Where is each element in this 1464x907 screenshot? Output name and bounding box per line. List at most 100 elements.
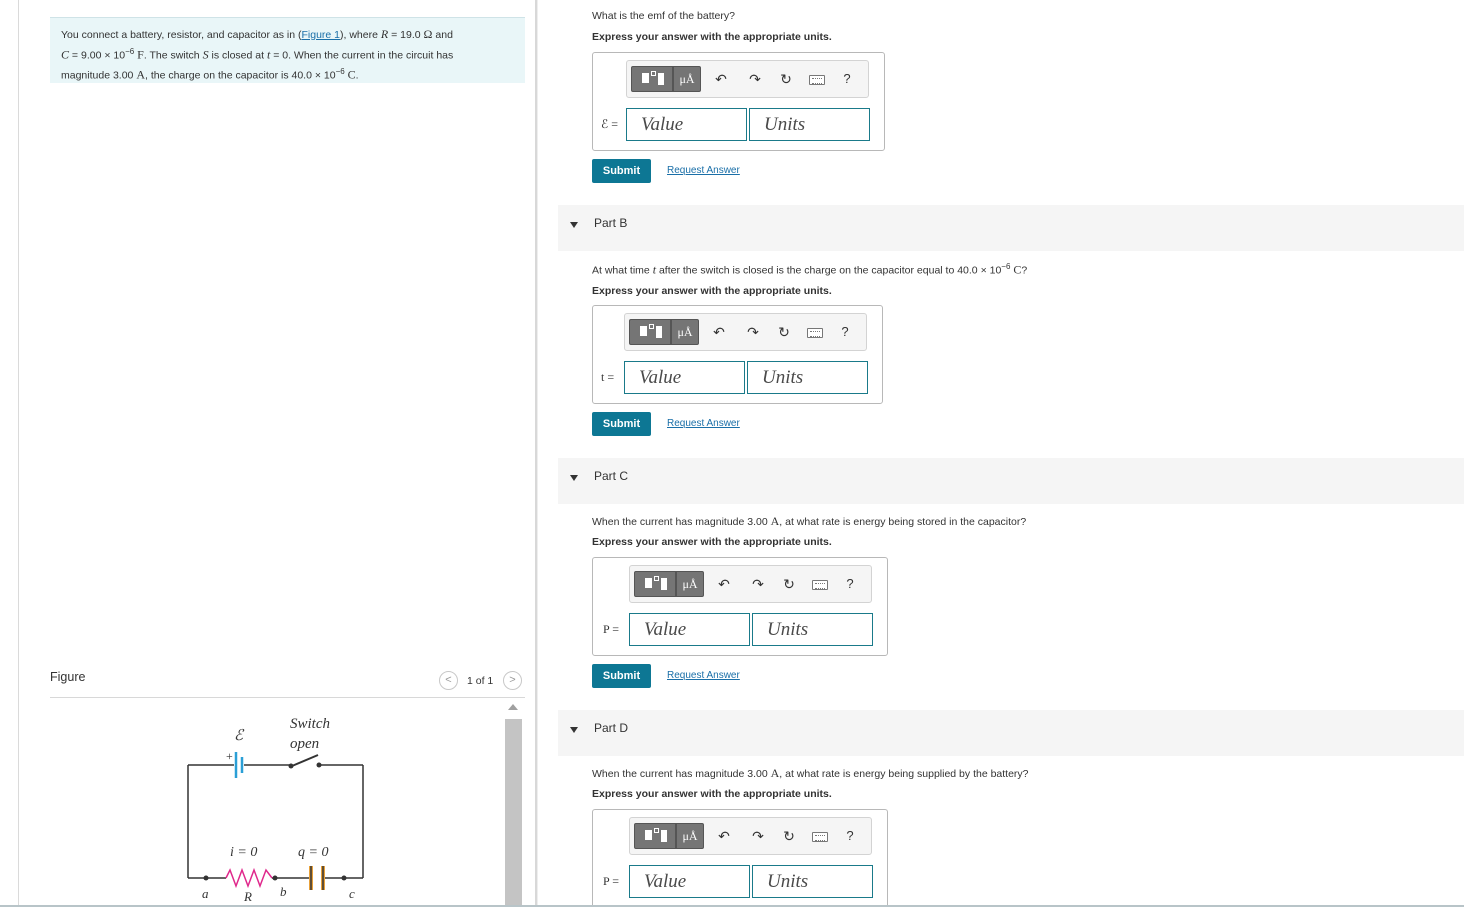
charge-unit: C: [347, 67, 356, 81]
reset-icon[interactable]: ↻: [775, 323, 793, 341]
templates-button[interactable]: [634, 571, 676, 597]
question-text: At what time: [592, 264, 653, 277]
figure-next-button[interactable]: >: [503, 671, 522, 690]
collapse-caret-icon: [570, 475, 578, 481]
current-zero-label: i = 0: [230, 845, 257, 860]
part-c-title: Part C: [594, 469, 629, 483]
part-b-units-input[interactable]: Units: [747, 361, 868, 394]
part-d-units-input[interactable]: Units: [752, 865, 873, 898]
part-d-toolbar: μÅ ↶ ↷ ↻ ?: [629, 817, 872, 855]
part-b-submit-button[interactable]: Submit: [592, 412, 651, 436]
part-b-toolbar: μÅ ↶ ↷ ↻ ?: [624, 313, 867, 351]
part-c-request-answer-link[interactable]: Request Answer: [667, 670, 740, 681]
node-b-label: b: [280, 884, 287, 899]
help-icon[interactable]: ?: [838, 323, 852, 341]
keyboard-icon[interactable]: [812, 580, 828, 590]
redo-icon[interactable]: ↷: [749, 575, 767, 593]
part-b-instruction: Express your answer with the appropriate…: [592, 285, 832, 297]
problem-text: You connect a battery, resistor, and cap…: [61, 29, 302, 41]
reset-icon[interactable]: ↻: [780, 827, 798, 845]
help-icon[interactable]: ?: [843, 827, 857, 845]
redo-icon[interactable]: ↷: [749, 827, 767, 845]
part-c-toolbar: μÅ ↶ ↷ ↻ ?: [629, 565, 872, 603]
figure-scrollbar-thumb[interactable]: [505, 719, 522, 907]
undo-icon[interactable]: ↶: [715, 575, 733, 593]
question-text: after the switch is closed is the charge…: [656, 264, 1002, 277]
part-d-value-input[interactable]: Value: [629, 865, 750, 898]
part-d-answer-box: μÅ ↶ ↷ ↻ ? P = Value Units: [592, 809, 888, 905]
collapse-caret-icon: [570, 727, 578, 733]
part-a-answer-box: μÅ ↶ ↷ ↻ ? ℰ = Value Units: [592, 52, 885, 151]
part-a-submit-button[interactable]: Submit: [592, 159, 651, 183]
part-d-instruction: Express your answer with the appropriate…: [592, 788, 832, 800]
node-c: [341, 875, 347, 881]
charge-zero-label: q = 0: [298, 845, 328, 860]
resistance-value: = 19.0: [388, 29, 424, 41]
capacitance-symbol: C: [61, 47, 70, 61]
templates-button[interactable]: [634, 823, 676, 849]
switch-contact: [316, 762, 322, 768]
emf-variable-label: ℰ =: [601, 117, 619, 131]
redo-icon[interactable]: ↷: [744, 323, 762, 341]
part-b-title: Part B: [594, 216, 628, 230]
part-c-question: When the current has magnitude 3.00 A, a…: [592, 514, 1026, 529]
templates-button[interactable]: [629, 319, 671, 345]
part-a-value-input[interactable]: Value: [626, 108, 747, 141]
figure-prev-button[interactable]: <: [439, 671, 458, 690]
part-c-units-input[interactable]: Units: [752, 613, 873, 646]
part-c-header[interactable]: Part C: [558, 458, 1464, 504]
part-b-question: At what time t after the switch is close…: [592, 262, 1027, 278]
part-a-units-input[interactable]: Units: [749, 108, 870, 141]
problem-text: = 0. When the current in the circuit has: [270, 49, 454, 61]
current-unit: A: [770, 766, 780, 780]
problem-text: . The switch: [143, 49, 203, 61]
templates-button[interactable]: [631, 66, 673, 92]
problem-statement: You connect a battery, resistor, and cap…: [50, 17, 525, 83]
charge-exponent: −6: [1001, 262, 1011, 271]
node-a: [203, 875, 209, 881]
part-a-question: What is the emf of the battery?: [592, 10, 735, 22]
units-button[interactable]: μÅ: [673, 66, 701, 92]
figure-scroll-up-arrow[interactable]: [508, 704, 518, 710]
problem-text: is closed at: [208, 49, 267, 61]
node-a-label: a: [202, 886, 209, 901]
circuit-diagram: Switch open ℰ + i = 0 q = 0 a R b c: [187, 716, 364, 904]
part-b-answer-box: μÅ ↶ ↷ ↻ ? t = Value Units: [592, 305, 883, 404]
keyboard-icon[interactable]: [809, 75, 825, 85]
redo-icon[interactable]: ↷: [746, 70, 764, 88]
undo-icon[interactable]: ↶: [715, 827, 733, 845]
reset-icon[interactable]: ↻: [780, 575, 798, 593]
part-c-value-input[interactable]: Value: [629, 613, 750, 646]
part-d-header[interactable]: Part D: [558, 710, 1464, 756]
figure-link[interactable]: Figure 1: [301, 29, 340, 41]
part-c-instruction: Express your answer with the appropriate…: [592, 536, 832, 548]
keyboard-icon[interactable]: [807, 328, 823, 338]
part-c-submit-button[interactable]: Submit: [592, 664, 651, 688]
part-a-request-answer-link[interactable]: Request Answer: [667, 165, 740, 176]
undo-icon[interactable]: ↶: [710, 323, 728, 341]
power-variable-label: P =: [603, 622, 619, 636]
switch-state-label: open: [290, 736, 319, 752]
charge-exponent: −6: [335, 66, 345, 76]
part-b-header[interactable]: Part B: [558, 205, 1464, 251]
units-button[interactable]: μÅ: [671, 319, 699, 345]
units-button[interactable]: μÅ: [676, 823, 704, 849]
question-text: When the current has magnitude 3.00: [592, 768, 771, 780]
switch-blade: [291, 754, 319, 767]
node-c-label: c: [349, 886, 355, 901]
part-b-value-input[interactable]: Value: [624, 361, 745, 394]
capacitance-exponent: −6: [125, 46, 135, 56]
question-text: ?: [1021, 264, 1028, 277]
part-c-answer-box: μÅ ↶ ↷ ↻ ? P = Value Units: [592, 557, 888, 656]
switch-label: Switch: [290, 716, 330, 732]
switch-pivot: [288, 763, 294, 769]
time-variable-label: t =: [601, 370, 615, 384]
undo-icon[interactable]: ↶: [712, 70, 730, 88]
reset-icon[interactable]: ↻: [777, 70, 795, 88]
units-button[interactable]: μÅ: [676, 571, 704, 597]
help-icon[interactable]: ?: [840, 70, 854, 88]
help-icon[interactable]: ?: [843, 575, 857, 593]
part-b-request-answer-link[interactable]: Request Answer: [667, 418, 740, 429]
keyboard-icon[interactable]: [812, 832, 828, 842]
capacitance-unit: F: [137, 47, 144, 61]
